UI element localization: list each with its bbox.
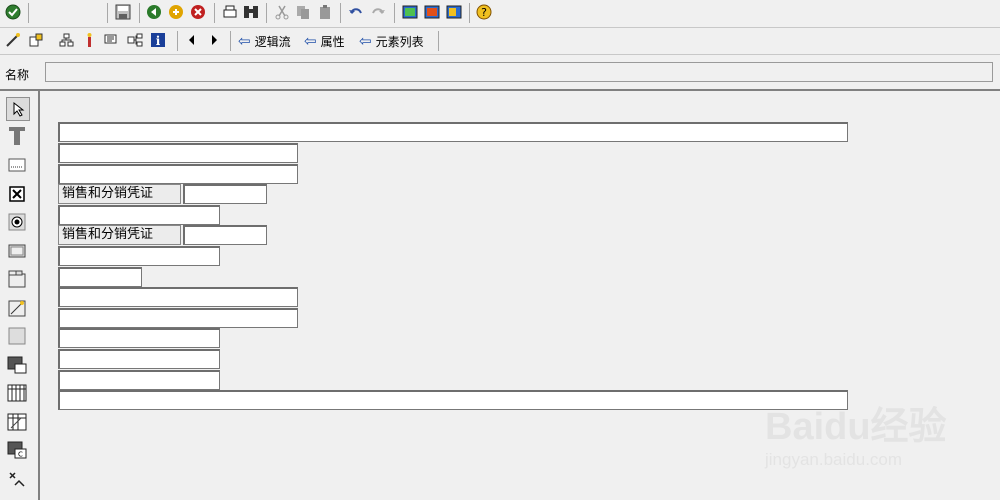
svg-text:?: ? <box>481 6 487 19</box>
help-icon[interactable]: ? <box>476 4 494 22</box>
paste-icon[interactable] <box>317 4 335 22</box>
tabstrip-icon[interactable] <box>6 268 28 290</box>
input-field[interactable] <box>58 308 298 328</box>
left-arrow-icon: ⇦ <box>238 31 251 50</box>
cancel-icon[interactable] <box>190 4 208 22</box>
input-field[interactable] <box>58 349 220 369</box>
element-list-label: 元素列表 <box>375 34 424 49</box>
input-field[interactable] <box>58 122 848 142</box>
window-color-icon[interactable] <box>424 4 442 22</box>
select-pointer-icon[interactable] <box>6 97 30 121</box>
custom-control-icon[interactable]: C <box>6 439 28 461</box>
save-icon[interactable] <box>115 4 133 22</box>
text-field-icon[interactable] <box>6 125 28 147</box>
field-label[interactable]: 销售和分销凭证 <box>58 225 181 245</box>
redo-icon[interactable] <box>370 4 388 22</box>
input-field[interactable] <box>58 328 220 348</box>
network-icon[interactable] <box>127 32 145 50</box>
input-field[interactable] <box>58 267 142 287</box>
name-field[interactable] <box>45 62 993 82</box>
logic-flow-link[interactable]: ⇦ 逻辑流 <box>238 32 291 50</box>
element-palette: C <box>0 91 40 500</box>
status-icon[interactable] <box>6 468 28 490</box>
input-field[interactable] <box>183 184 267 204</box>
radio-button-icon[interactable] <box>6 211 28 233</box>
input-field[interactable] <box>58 164 298 184</box>
tabstrip-wizard-icon[interactable] <box>6 297 28 319</box>
standard-toolbar: ? <box>0 0 1000 28</box>
print-icon[interactable] <box>222 4 240 22</box>
input-field[interactable] <box>58 287 298 307</box>
table-control-icon[interactable] <box>6 382 28 404</box>
edit-wand-icon[interactable] <box>5 32 23 50</box>
find-icon[interactable] <box>243 4 261 22</box>
name-label: 名称 <box>5 68 30 82</box>
attributes-label: 属性 <box>320 34 345 49</box>
marker-icon[interactable] <box>81 32 99 50</box>
input-field[interactable] <box>58 370 220 390</box>
baidu-watermark: Baidu经验 jingyan.baidu.com <box>765 395 947 470</box>
input-field[interactable] <box>58 390 848 410</box>
checkbox-icon[interactable] <box>6 183 28 205</box>
attributes-link[interactable]: ⇦ 属性 <box>304 32 345 50</box>
field-label[interactable]: 销售和分销凭证 <box>58 184 181 204</box>
subscreen-icon[interactable] <box>6 354 28 376</box>
input-field-icon[interactable] <box>6 154 28 176</box>
pushbutton-icon[interactable] <box>6 240 28 262</box>
svg-text:i: i <box>156 34 161 48</box>
back-icon[interactable] <box>146 4 164 22</box>
copy-icon[interactable] <box>295 4 313 22</box>
window-layout-icon[interactable] <box>402 4 420 22</box>
box-icon[interactable] <box>6 325 28 347</box>
watermark-logo: Baidu经验 <box>765 406 947 448</box>
undo-icon[interactable] <box>348 4 366 22</box>
input-field[interactable] <box>58 246 220 266</box>
layout-tool-icon[interactable] <box>28 32 46 50</box>
info-icon[interactable]: i <box>150 32 168 50</box>
previous-icon[interactable] <box>184 32 202 50</box>
input-field[interactable] <box>58 143 298 163</box>
window-settings-icon[interactable] <box>446 4 464 22</box>
next-icon[interactable] <box>206 32 224 50</box>
enter-icon[interactable] <box>5 4 23 22</box>
watermark-url: jingyan.baidu.com <box>765 450 903 469</box>
input-field[interactable] <box>58 205 220 225</box>
left-arrow-icon: ⇦ <box>359 31 372 50</box>
left-arrow-icon: ⇦ <box>304 31 317 50</box>
logic-flow-label: 逻辑流 <box>254 34 291 49</box>
input-field[interactable] <box>183 225 267 245</box>
application-toolbar: i ⇦ 逻辑流 ⇦ 属性 ⇦ 元素列表 <box>0 28 1000 55</box>
command-field[interactable] <box>30 4 104 22</box>
cut-icon[interactable] <box>274 4 292 22</box>
element-list-link[interactable]: ⇦ 元素列表 <box>359 32 424 50</box>
screen-icon[interactable] <box>104 32 122 50</box>
exit-icon[interactable] <box>168 4 186 22</box>
table-wizard-icon[interactable] <box>6 411 28 433</box>
hierarchy-icon[interactable] <box>58 32 76 50</box>
svg-text:C: C <box>18 451 23 459</box>
